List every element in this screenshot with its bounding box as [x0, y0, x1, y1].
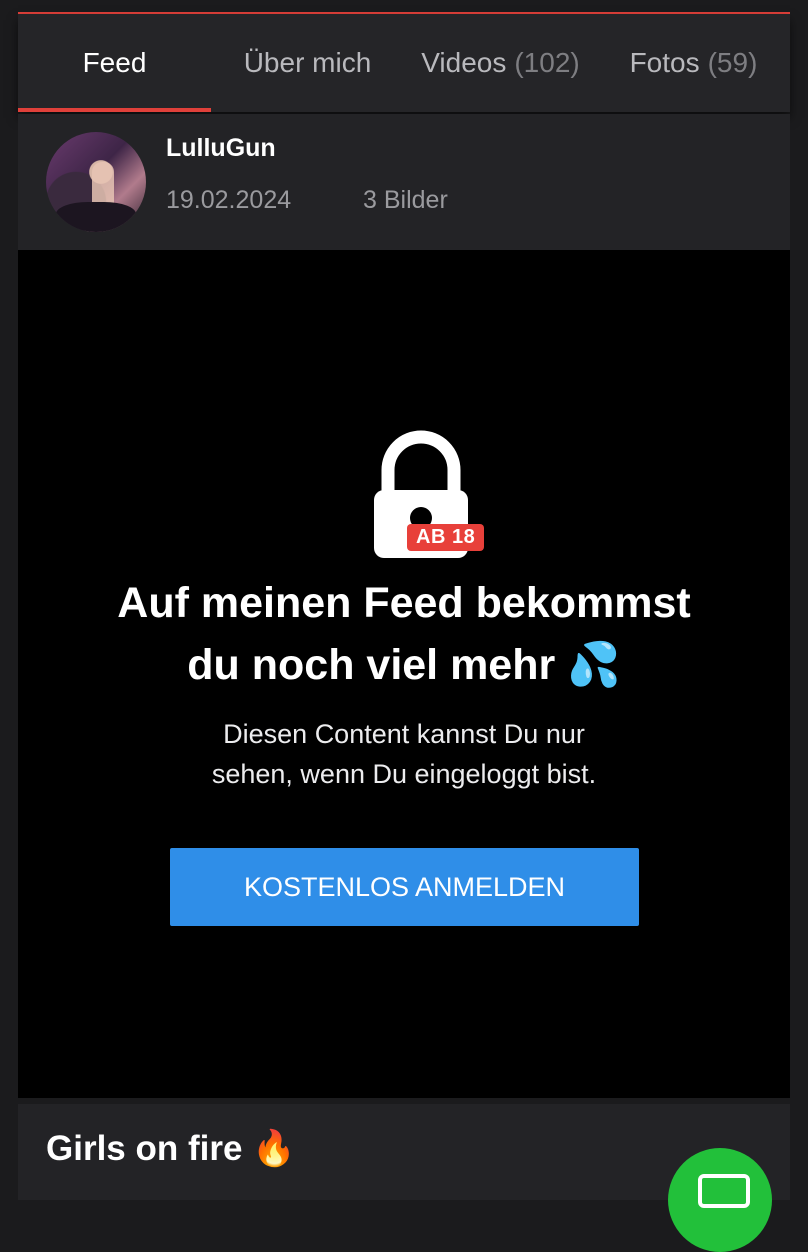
post-header: LulluGun 19.02.2024 3 Bilder [18, 114, 790, 248]
tab-count: (102) [514, 47, 580, 78]
tab-about-me[interactable]: Über mich [211, 14, 404, 112]
age-badge: AB 18 [407, 524, 485, 551]
headline-line: du noch viel mehr 💦 [187, 641, 621, 689]
tab-label: Fotos [629, 47, 700, 78]
tab-label: Videos [421, 47, 507, 78]
post-date: 19.02.2024 [166, 186, 292, 214]
tab-videos[interactable]: Videos (102) [404, 14, 597, 112]
locked-content-overlay: AB 18 Auf meinen Feed bekommst du noch v… [18, 250, 790, 1098]
username[interactable]: LulluGun [166, 134, 276, 163]
tab-count: (59) [707, 47, 758, 78]
subtext-line: Diesen Content kannst Du nur [223, 719, 585, 749]
next-feed-post: Girls on fire 🔥 [18, 1104, 790, 1252]
headline-line: Auf meinen Feed bekommst [117, 579, 691, 627]
image-count: 3 Bilder [363, 186, 448, 214]
chat-icon [698, 1174, 750, 1208]
subtext: Diesen Content kannst Du nur sehen, wenn… [18, 714, 790, 794]
subtext-line: sehen, wenn Du eingeloggt bist. [211, 759, 597, 789]
tab-label: Über mich [243, 47, 372, 78]
tab-label: Feed [82, 47, 147, 78]
register-free-button[interactable]: KOSTENLOS ANMELDEN [170, 848, 639, 926]
profile-tabs: Feed Über mich Videos (102) Fotos (59) [18, 14, 790, 112]
tab-feed[interactable]: Feed [18, 14, 211, 112]
tab-photos[interactable]: Fotos (59) [597, 14, 790, 112]
headline: Auf meinen Feed bekommst du noch viel me… [18, 572, 790, 696]
avatar[interactable] [46, 132, 146, 232]
feed-post: LulluGun 19.02.2024 3 Bilder AB 18 Auf m… [18, 114, 790, 1098]
post-title: Girls on fire 🔥 [46, 1129, 296, 1168]
chat-fab-button[interactable] [668, 1148, 772, 1252]
